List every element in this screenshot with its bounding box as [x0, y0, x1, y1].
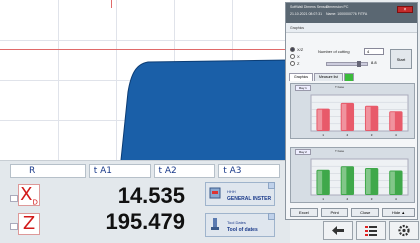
bar-highlight	[390, 112, 395, 130]
radio-x-label: X	[297, 54, 300, 59]
slider[interactable]	[326, 61, 368, 67]
tool-holder-icon	[209, 187, 221, 199]
tool-profile-shape	[120, 59, 290, 160]
tick-label: 4	[395, 133, 397, 137]
chart-panel-2: Ray 2 T base 1 2 3 4	[290, 147, 415, 203]
dialog-tabs: Graphics Measure list	[289, 73, 354, 81]
dialog-subbar: Graphics	[286, 23, 417, 33]
list-icon	[365, 226, 377, 236]
list-button[interactable]	[356, 221, 386, 240]
tool-card-general[interactable]: HHH GENERAL INSTER	[205, 182, 275, 206]
measurement-dialog: SoftWall Dimens Sensor 21.10.2021 08:07:…	[285, 2, 418, 220]
tick-label: 3	[371, 133, 373, 137]
axis-x-label: XD	[18, 184, 40, 207]
cutting-input[interactable]: 4	[364, 48, 384, 55]
tool-card-title: HHH	[227, 189, 236, 194]
bar-chart-2: 1 2 3 4	[310, 158, 409, 201]
axis-z-label: Z	[18, 213, 40, 235]
bar-highlight	[341, 167, 347, 194]
tool-card-dates[interactable]: Tool Dates Tool of dates	[205, 213, 275, 237]
print-button[interactable]: Print	[320, 208, 349, 217]
tick-label: 2	[347, 133, 349, 137]
tab-graphics[interactable]: Graphics	[289, 73, 314, 81]
excel-button[interactable]: Excel	[290, 208, 318, 217]
bar-highlight	[365, 169, 371, 194]
close-dialog-button[interactable]: Close	[351, 208, 380, 217]
radio-x[interactable]	[290, 54, 295, 59]
header-a3: t A3	[218, 164, 280, 178]
chart-tag: Ray 2	[295, 149, 311, 155]
header-a2: t A2	[153, 164, 216, 178]
dialog-buttons: Excel Print Close Hide ▲	[290, 208, 416, 217]
axis-z-toggle[interactable]	[10, 223, 18, 230]
chart-tag: Ray 1	[295, 85, 311, 91]
header-r: R	[10, 164, 86, 178]
radio-z-label: Z	[297, 61, 300, 66]
dialog-titlebar: SoftWall Dimens Sensor 21.10.2021 08:07:…	[286, 3, 417, 23]
settings-button[interactable]	[389, 221, 419, 240]
tick-label: 1	[322, 133, 324, 137]
arrow-left-icon	[332, 226, 344, 235]
tool-card-name: Tool of dates	[227, 227, 258, 233]
axis-x-toggle[interactable]	[10, 195, 18, 202]
slider-value: 8.8	[371, 60, 377, 65]
title-line: Dimension PC	[326, 5, 349, 9]
chart-panel-1: Ray 1 T base 1 2 3 4	[290, 83, 415, 139]
tick-label: 1	[322, 197, 324, 201]
title-line: SoftWall Dimens Sensor	[290, 5, 328, 9]
title-line: Name: 1000000776 FITFA	[326, 12, 368, 16]
readout-header: R t A1 t A2 t A3	[10, 164, 280, 178]
readout-panel: R t A1 t A2 t A3 XD 14.535 Z 195.479 HHH…	[0, 160, 290, 243]
radio-xz-label: X/Z	[297, 47, 304, 52]
bar-highlight	[390, 171, 395, 194]
tab-measure-list[interactable]: Measure list	[314, 73, 343, 81]
tool-icon	[211, 218, 219, 230]
x-value: 14.535	[117, 183, 185, 208]
bar-highlight	[317, 109, 323, 130]
expand-icon[interactable]	[268, 213, 275, 220]
radio-z[interactable]	[290, 61, 295, 66]
tick-label: 3	[371, 197, 373, 201]
hide-button[interactable]: Hide ▲	[382, 208, 416, 217]
measurement-graph	[0, 0, 290, 160]
slider-knob[interactable]	[357, 61, 361, 67]
cutting-label: Number of cutting	[318, 49, 350, 54]
chart-header: T base	[335, 149, 345, 153]
bar-highlight	[317, 170, 323, 194]
tick-label: 4	[395, 197, 397, 201]
tool-card-name: GENERAL INSTER	[227, 196, 272, 202]
expand-icon[interactable]	[268, 182, 275, 189]
gear-icon	[398, 224, 410, 237]
tool-card-title: Tool Dates	[227, 220, 246, 225]
tab-status[interactable]	[343, 73, 354, 81]
bar-highlight	[365, 106, 371, 130]
start-button[interactable]: Start	[390, 49, 412, 69]
title-line: 21.10.2021 08:07:31	[290, 12, 323, 16]
z-value: 195.479	[105, 209, 185, 234]
bar-highlight	[341, 103, 347, 130]
header-a1: t A1	[88, 164, 151, 178]
chart-header: T base	[335, 85, 345, 89]
back-button[interactable]	[323, 221, 353, 240]
bar-chart-1: 1 2 3 4	[310, 94, 409, 137]
close-button[interactable]: ×	[397, 6, 413, 13]
radio-xz[interactable]	[290, 47, 295, 52]
tick-label: 2	[347, 197, 349, 201]
